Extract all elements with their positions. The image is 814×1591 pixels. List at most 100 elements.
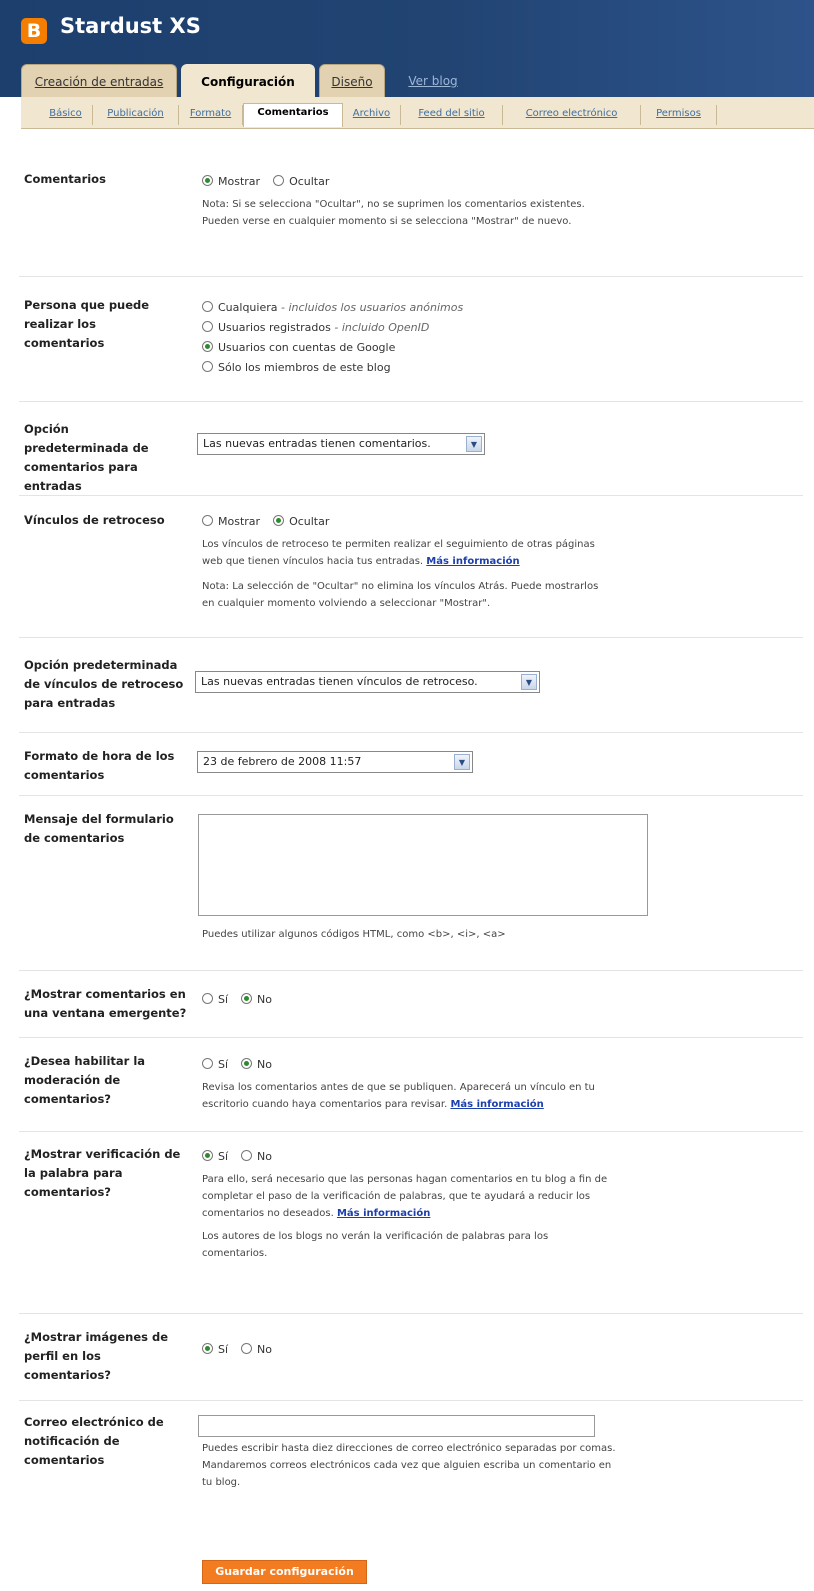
opcion-entradas-select[interactable]: Las nuevas entradas tienen comentarios. … [197,433,485,455]
subtab-comentarios[interactable]: Comentarios [243,103,343,127]
moderacion-no-label: No [257,1058,273,1071]
moderacion-field: Sí No Revisa los comentarios antes de qu… [202,1055,612,1113]
tab-ver-blog[interactable]: Ver blog [393,64,473,97]
chevron-down-icon[interactable]: ▼ [454,754,470,770]
mensaje-textarea[interactable] [198,814,648,916]
comentarios-note: Nota: Si se selecciona "Ocultar", no se … [202,199,585,227]
persona-field: Cualquiera - incluidos los usuarios anón… [202,298,612,378]
divider [19,495,803,496]
comentarios-mostrar-label: Mostrar [218,175,261,188]
formato-hora-select[interactable]: 23 de febrero de 2008 11:57 ▼ [197,751,473,773]
correo-input[interactable] [198,1415,595,1437]
divider [19,1037,803,1038]
moderacion-more-info-link[interactable]: Más información [450,1099,543,1110]
verificacion-note-2: Los autores de los blogs no verán la ver… [202,1231,549,1259]
subtab-archivo[interactable]: Archivo [343,105,401,125]
divider [19,1313,803,1314]
persona-label: Persona que puede realizar los comentari… [24,298,150,350]
chevron-down-icon[interactable]: ▼ [521,674,537,690]
save-button[interactable]: Guardar configuración [202,1560,367,1584]
divider [19,637,803,638]
blogger-header: B Stardust XS Creación de entradas Confi… [0,0,814,97]
tab-diseno[interactable]: Diseño [319,64,385,97]
comentarios-ocultar-label: Ocultar [289,175,330,188]
imagenes-field: Sí No [202,1340,612,1360]
correo-label: Correo electrónico de notificación de co… [24,1415,164,1467]
subtab-correo-electronico[interactable]: Correo electrónico [503,105,641,125]
imagenes-label: ¿Mostrar imágenes de perfil en los comen… [24,1330,169,1382]
vinculos-more-info-link[interactable]: Más información [426,556,519,567]
divider [19,795,803,796]
vinculos-note: Los vínculos de retroceso te permiten re… [202,536,602,570]
vinculos-ocultar-radio[interactable] [273,515,285,526]
imagenes-no-label: No [257,1343,273,1356]
divider [19,732,803,733]
persona-miembros-radio[interactable] [202,361,213,372]
subtab-feed-del-sitio[interactable]: Feed del sitio [401,105,503,125]
mensaje-label: Mensaje del formulario de comentarios [24,812,174,845]
verificacion-note: Para ello, será necesario que las person… [202,1171,622,1222]
opcion-vinculos-value: Las nuevas entradas tienen vínculos de r… [201,675,478,688]
vinculos-note-2: Nota: La selección de "Ocultar" no elimi… [202,581,599,609]
persona-option-note: - incluidos los usuarios anónimos [277,301,464,314]
vinculos-mostrar-radio[interactable] [202,515,213,526]
verificacion-si-label: Sí [218,1150,229,1163]
formato-hora-label: Formato de hora de los comentarios [24,749,175,782]
persona-option-label: Usuarios con cuentas de Google [218,341,396,354]
blog-title: Stardust XS [60,14,201,38]
moderacion-si-label: Sí [218,1058,229,1071]
moderacion-si-radio[interactable] [202,1058,213,1069]
opcion-vinculos-select[interactable]: Las nuevas entradas tienen vínculos de r… [195,671,540,693]
opcion-entradas-label: Opción predeterminada de comentarios par… [24,422,149,493]
subtab-permisos[interactable]: Permisos [641,105,717,125]
persona-option-label: Usuarios registrados [218,321,331,334]
opcion-entradas-value: Las nuevas entradas tienen comentarios. [203,437,431,450]
emergente-no-radio[interactable] [241,993,253,1004]
correo-note: Puedes escribir hasta diez direcciones d… [202,1443,616,1488]
verificacion-field: Sí No Para ello, será necesario que las … [202,1147,612,1262]
subtab-formato[interactable]: Formato [179,105,243,125]
chevron-down-icon[interactable]: ▼ [466,436,482,452]
blogger-logo-icon[interactable]: B [21,18,47,44]
divider [19,970,803,971]
subtab-publicacion[interactable]: Publicación [93,105,179,125]
divider [19,276,803,277]
comentarios-ocultar-radio[interactable] [273,175,285,186]
opcion-vinculos-label: Opción predeterminada de vínculos de ret… [24,658,184,710]
tab-configuracion[interactable]: Configuración [181,64,315,97]
imagenes-no-radio[interactable] [241,1343,253,1354]
comentarios-mostrar-radio[interactable] [202,175,213,186]
imagenes-si-radio[interactable] [202,1343,213,1354]
persona-option-label: Cualquiera [218,301,278,314]
vinculos-field: Mostrar Ocultar Los vínculos de retroces… [202,512,612,612]
subtab-basico[interactable]: Básico [39,105,93,125]
emergente-no-label: No [257,993,273,1006]
vinculos-mostrar-label: Mostrar [218,515,261,528]
moderacion-note: Revisa los comentarios antes de que se p… [202,1079,622,1113]
vinculos-ocultar-label: Ocultar [289,515,330,528]
verificacion-si-radio[interactable] [202,1150,213,1161]
verificacion-no-label: No [257,1150,273,1163]
emergente-si-label: Sí [218,993,229,1006]
vinculos-note-text: Los vínculos de retroceso te permiten re… [202,539,595,567]
imagenes-si-label: Sí [218,1343,229,1356]
persona-option-label: Sólo los miembros de este blog [218,361,391,374]
persona-google-radio[interactable] [202,341,213,352]
persona-cualquiera-radio[interactable] [202,301,213,312]
moderacion-no-radio[interactable] [241,1058,253,1069]
verificacion-label: ¿Mostrar verificación de la palabra para… [24,1147,181,1199]
emergente-si-radio[interactable] [202,993,213,1004]
divider [19,1131,803,1132]
verificacion-no-radio[interactable] [241,1150,253,1161]
divider [19,401,803,402]
mensaje-note: Puedes utilizar algunos códigos HTML, co… [202,929,506,940]
moderacion-label: ¿Desea habilitar la moderación de coment… [24,1054,146,1106]
persona-registrados-radio[interactable] [202,321,213,332]
verificacion-more-info-link[interactable]: Más información [337,1208,430,1219]
emergente-label: ¿Mostrar comentarios en una ventana emer… [24,987,187,1020]
emergente-field: Sí No [202,990,612,1010]
tab-creacion-de-entradas[interactable]: Creación de entradas [21,64,177,97]
settings-subtabs: Básico Publicación Formato Comentarios A… [21,97,814,129]
comentarios-label: Comentarios [24,172,106,186]
persona-option-note: - incluido OpenID [330,321,430,334]
